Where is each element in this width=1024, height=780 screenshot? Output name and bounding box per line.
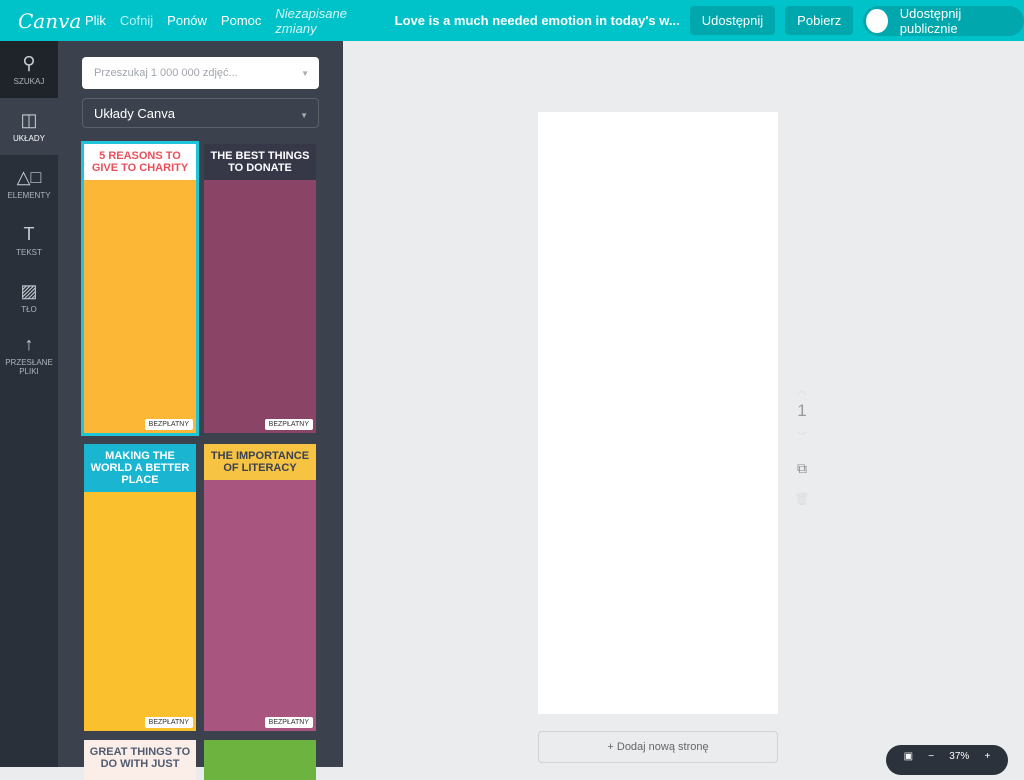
photo-search-input[interactable]: Przeszukaj 1 000 000 zdjęć... ▼ (82, 57, 319, 89)
chevron-down-icon: ▼ (300, 111, 308, 120)
rail-item-przesłane-pliki[interactable]: ↑ PRZESŁANE PLIKI (0, 326, 58, 383)
top-bar: Canva Plik Cofnij Ponów Pomoc Niezapisan… (0, 0, 1024, 41)
search-placeholder: Przeszukaj 1 000 000 zdjęć... (94, 67, 238, 79)
rail-item-label: SZUKAJ (13, 77, 45, 86)
zoom-in-button[interactable]: + (985, 751, 991, 762)
template-thumbnail[interactable]: GREAT THINGS TO DO WITH JUST (84, 740, 196, 780)
template-title: GREAT THINGS TO DO WITH JUST (84, 740, 196, 777)
template-title (204, 740, 316, 752)
text-icon: T (23, 224, 35, 244)
zoom-out-button[interactable]: − (928, 751, 934, 762)
template-thumbnail[interactable]: MAKING THE WORLD A BETTER PLACE BEZPŁATNY (84, 444, 196, 731)
toggle-knob (866, 8, 888, 33)
rail-item-tekst[interactable]: T TEKST (0, 212, 58, 269)
zoom-control: ▣ − 37% + (886, 745, 1008, 775)
page-down-icon[interactable]: ﹀ (792, 428, 812, 443)
menu-help[interactable]: Pomoc (221, 13, 261, 28)
rail-item-label: UKŁADY (12, 134, 45, 143)
rail-item-układy[interactable]: ◫ UKŁADY (0, 98, 58, 155)
canva-logo[interactable]: Canva (18, 9, 85, 33)
add-page-button[interactable]: + Dodaj nową stronę (538, 731, 778, 763)
free-badge: BEZPŁATNY (144, 717, 193, 728)
design-page[interactable] (538, 112, 778, 714)
rail-item-label: ELEMENTY (7, 191, 51, 200)
template-thumbnail[interactable]: 5 REASONS TO GIVE TO CHARITY BEZPŁATNY (81, 141, 199, 436)
rail-item-elementy[interactable]: △□ ELEMENTY (0, 155, 58, 212)
save-status: Niezapisane zmiany (275, 5, 347, 36)
download-button[interactable]: Pobierz (785, 6, 854, 35)
menu-redo[interactable]: Ponów (167, 13, 207, 28)
template-title: 5 REASONS TO GIVE TO CHARITY (84, 144, 196, 181)
page-up-icon[interactable]: ︿ (792, 382, 812, 397)
layout-icon: ◫ (20, 110, 38, 130)
page-number: 1 (797, 401, 807, 420)
template-title: THE IMPORTANCE OF LITERACY (204, 444, 316, 481)
template-thumbnail[interactable] (204, 740, 316, 780)
rail-item-label: TEKST (16, 248, 42, 257)
shapes-icon: △□ (16, 167, 42, 187)
template-title: MAKING THE WORLD A BETTER PLACE (84, 444, 196, 493)
rail-item-label: PRZESŁANE PLIKI (5, 357, 53, 376)
menu-file[interactable]: Plik (85, 13, 106, 28)
rail-item-szukaj[interactable]: ⚲ SZUKAJ (0, 41, 58, 98)
zoom-level: 37% (949, 750, 970, 762)
free-badge: BEZPŁATNY (264, 419, 313, 430)
search-icon: ⚲ (22, 53, 36, 73)
side-rail: ⚲ SZUKAJ ◫ UKŁADY △□ ELEMENTY T TEKST ▨ TŁO ↑ PRZES… (0, 41, 58, 767)
public-share-toggle[interactable]: Udostępnij publicznie (863, 5, 1024, 36)
chevron-down-icon[interactable]: ▼ (301, 69, 309, 78)
menu-undo[interactable]: Cofnij (120, 13, 153, 28)
layout-source-select[interactable]: Układy Canva ▼ (82, 98, 319, 128)
share-button[interactable]: Udostępnij (689, 6, 776, 35)
rail-item-tło[interactable]: ▨ TŁO (0, 269, 58, 326)
free-badge: BEZPŁATNY (144, 419, 193, 430)
public-share-label: Udostępnij publicznie (899, 5, 962, 36)
layouts-panel: Przeszukaj 1 000 000 zdjęć... ▼ Układy Ca… (58, 41, 343, 780)
upload-icon: ↑ (24, 333, 34, 354)
delete-page-icon[interactable]: 🗑 (792, 492, 812, 506)
duplicate-page-icon[interactable]: ⧉ (792, 460, 812, 477)
template-thumbnail[interactable]: THE IMPORTANCE OF LITERACY BEZPŁATNY (204, 444, 316, 731)
free-badge: BEZPŁATNY (264, 717, 313, 728)
template-thumbnail[interactable]: THE BEST THINGS TO DONATE BEZPŁATNY (204, 144, 316, 433)
present-icon[interactable]: ▣ (904, 751, 913, 762)
layout-select-value: Układy Canva (94, 106, 175, 121)
template-title: THE BEST THINGS TO DONATE (204, 144, 316, 181)
background-icon: ▨ (20, 281, 38, 301)
document-title[interactable]: Love is a much needed emotion in today's… (395, 13, 680, 28)
rail-item-label: TŁO (21, 305, 37, 314)
